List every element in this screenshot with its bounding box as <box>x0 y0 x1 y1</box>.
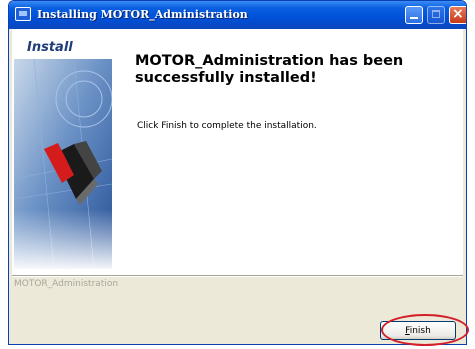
banner-label: Install <box>27 40 73 55</box>
close-icon: × <box>452 6 464 22</box>
window-title: Installing MOTOR_Administration <box>37 8 248 21</box>
title-bar[interactable]: Installing MOTOR_Administration × <box>9 1 466 29</box>
finish-highlight-circle <box>381 314 469 346</box>
brand-label: MOTOR_Administration <box>14 279 119 289</box>
success-heading: MOTOR_Administration has been successful… <box>135 53 404 86</box>
finish-instruction: Click Finish to complete the installatio… <box>137 121 317 131</box>
installer-icon <box>15 7 31 21</box>
content-panel: Install MOTOR_Administration has been su… <box>12 29 463 275</box>
installer-window: Installing MOTOR_Administration × Instal… <box>8 0 467 345</box>
close-button[interactable]: × <box>449 6 466 24</box>
side-banner: Install <box>12 29 115 275</box>
footer-divider-highlight <box>12 276 463 277</box>
maximize-icon <box>432 10 440 18</box>
banner-graphic <box>14 59 112 269</box>
minimize-button[interactable] <box>405 6 423 24</box>
maximize-button <box>427 6 445 24</box>
minimize-icon <box>410 17 418 19</box>
screenshot-frame: Installing MOTOR_Administration × Instal… <box>0 0 471 346</box>
